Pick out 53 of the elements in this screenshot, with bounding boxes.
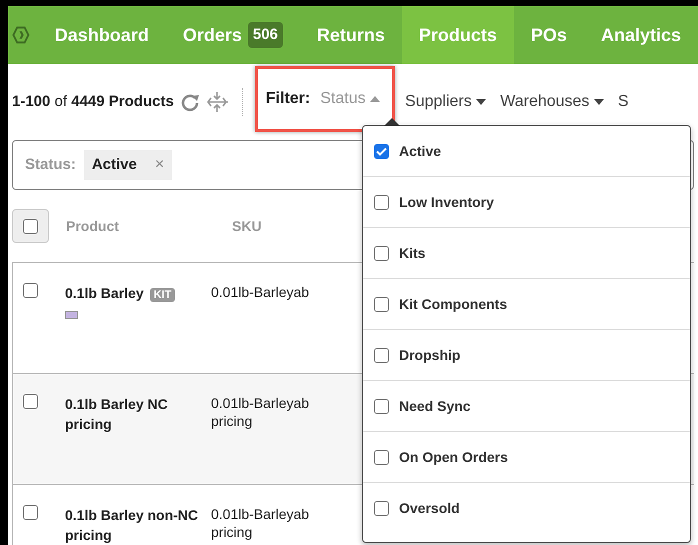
sku-text: 0.01lb-Barleyab [211,283,310,301]
filter-dropdown[interactable]: Suppliers [401,90,490,114]
nav-tab[interactable]: Orders 506 [166,6,300,64]
option-label: Kit Components [399,294,508,314]
caret-icon [594,98,604,105]
refresh-icon[interactable] [180,92,200,112]
option-label: Dropship [399,346,460,365]
sku-text: 0.01lb-Barleyab [211,505,310,523]
select-all-checkbox[interactable] [23,218,38,234]
option-label: Kits [399,244,426,262]
count-badge: 506 [248,22,283,48]
option-checkbox[interactable] [374,450,389,464]
option-checkbox[interactable] [374,398,389,414]
sku-text: pricing [211,523,252,541]
collapse-icon[interactable] [206,90,228,114]
filter-dropdown[interactable]: Status [316,87,384,111]
caret-icon [476,98,486,105]
chip-label: Active [92,154,137,175]
sku-text: pricing [211,412,252,430]
option-label: Low Inventory [399,192,494,212]
option-checkbox[interactable] [374,194,389,210]
option-label: On Open Orders [399,448,508,467]
filter-label: Filter: [266,89,310,109]
product-count: 1-100 of 4449 Products [12,92,174,112]
row-checkbox[interactable] [23,394,38,409]
option-checkbox[interactable] [374,296,389,312]
filter-name: Status: [25,154,76,175]
nav-tab[interactable]: Products [402,6,514,64]
row-checkbox[interactable] [23,505,38,520]
option-checkbox[interactable] [374,348,389,362]
nav-tab[interactable]: POs [514,6,584,64]
kit-tag: KIT [150,288,176,302]
nav-tab[interactable]: Returns [300,6,402,64]
product-name: 0.1lb Barley non-NC pricing [65,507,198,543]
column-header: Product [65,216,120,236]
option-checkbox[interactable] [374,144,389,158]
remove-button[interactable]: × [154,157,164,173]
option-label: Oversold [399,499,460,518]
filter-dropdown[interactable]: S [614,90,633,114]
column-header: SKU [232,216,262,236]
option-checkbox[interactable] [374,501,389,516]
menu-pointer [384,118,400,126]
product-name: 0.1lb Barley [65,285,144,301]
row-checkbox[interactable] [23,283,38,298]
option-label: Need Sync [399,396,471,416]
nav-tab[interactable]: Analytics [584,6,698,64]
filter-dropdown[interactable]: Warehouses [496,90,608,114]
option-checkbox[interactable] [374,246,389,260]
option-label: Active [399,142,442,160]
sku-text: 0.01lb-Barleyab [211,394,310,412]
nav-tab[interactable]: Dashboard [38,6,166,64]
product-name: 0.1lb Barley NC pricing [65,396,168,432]
caret-icon [370,96,380,102]
